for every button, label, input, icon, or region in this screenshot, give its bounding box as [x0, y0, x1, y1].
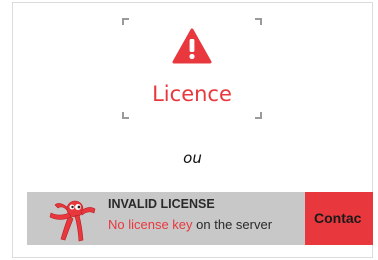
selection-corner: [122, 112, 129, 119]
selection-corner: [255, 112, 262, 119]
banner-message: No license key on the server: [108, 217, 272, 232]
licence-label: Licence: [152, 82, 232, 106]
contact-button[interactable]: Contac: [305, 192, 373, 245]
banner-message-highlight: No license key: [108, 217, 193, 232]
selection-corner: [122, 18, 129, 25]
licence-tile[interactable]: Licence: [122, 18, 262, 119]
selection-corner: [255, 18, 262, 25]
warning-triangle-icon: [172, 28, 212, 64]
banner-title: INVALID LICENSE: [108, 197, 215, 211]
red-mascot-icon: [49, 200, 96, 242]
or-separator: ou: [183, 149, 202, 167]
banner-message-rest: on the server: [192, 217, 273, 232]
invalid-license-banner: INVALID LICENSE No license key on the se…: [27, 192, 373, 245]
